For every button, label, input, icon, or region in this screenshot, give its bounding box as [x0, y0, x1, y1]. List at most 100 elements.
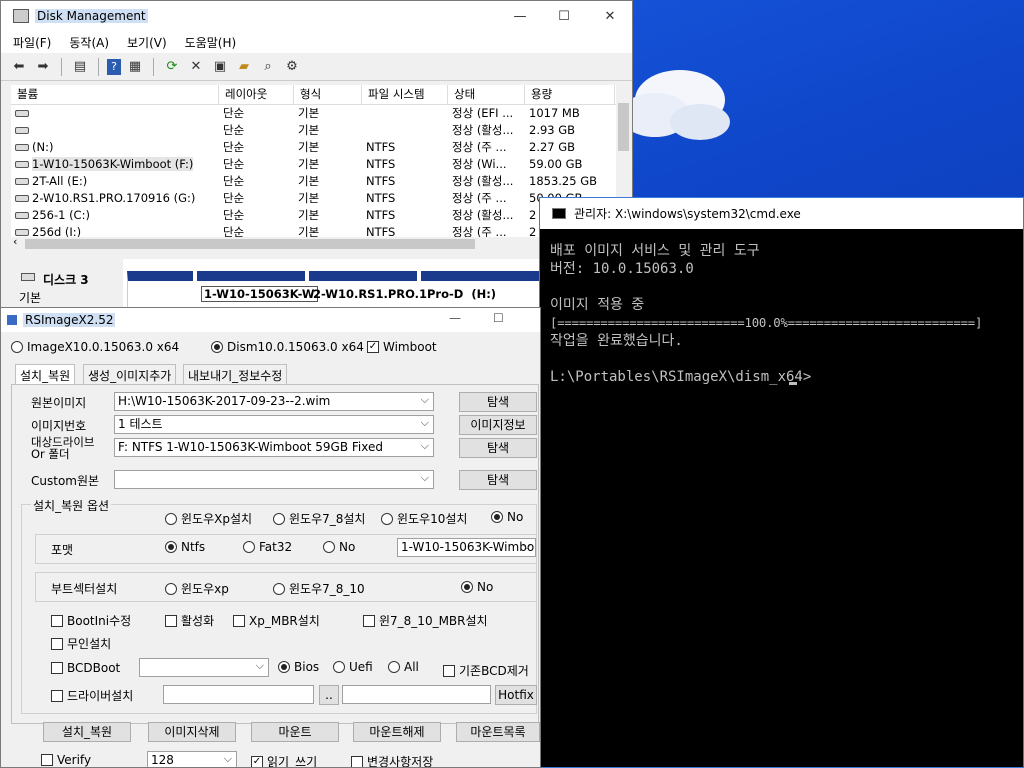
horizontal-scrollbar[interactable]: ‹: [11, 235, 621, 251]
driver-install-checkbox[interactable]: 드라이버설치: [51, 687, 133, 704]
mode-dism-radio[interactable]: Dism10.0.15063.0 x64: [211, 340, 364, 354]
mount-list-button[interactable]: 마운트목록: [456, 722, 540, 742]
browse-source-button[interactable]: 탐색: [459, 392, 537, 412]
unattend-checkbox[interactable]: 무인설치: [51, 635, 111, 652]
search-icon[interactable]: ⌕: [258, 57, 278, 77]
install-restore-button[interactable]: 설치_복원: [43, 722, 131, 742]
table-row[interactable]: 256-1 (C:) 단순 기본 NTFS 정상 (활성... 2: [11, 207, 616, 224]
menu-action[interactable]: 동작(A): [63, 34, 121, 51]
delete-image-button[interactable]: 이미지삭제: [148, 722, 236, 742]
save-changes-checkbox[interactable]: 변경사항저장: [351, 753, 433, 767]
table-row[interactable]: 2-W10.RS1.PRO.170916 (G:) 단순 기본 NTFS 정상 (주 .…: [11, 190, 616, 207]
tab-create-image[interactable]: 생성_이미지추가: [83, 364, 177, 386]
cmd-output[interactable]: 배포 이미지 서비스 및 관리 도구 버전: 10.0.15063.0 이미지 적용…: [540, 242, 1023, 762]
format-fat32-radio[interactable]: Fat32: [243, 540, 292, 554]
format-no-radio[interactable]: No: [323, 540, 355, 554]
readwrite-checkbox[interactable]: ✓ 읽기_쓰기: [251, 753, 317, 767]
browse-target-button[interactable]: 탐색: [459, 438, 537, 458]
driver-path-input[interactable]: [163, 685, 314, 704]
minimize-button[interactable]: —: [449, 311, 461, 325]
col-status[interactable]: 상태: [448, 85, 525, 104]
boot-xp-radio[interactable]: 윈도우xp: [165, 580, 229, 597]
image-number-select[interactable]: 1 테스트: [114, 415, 434, 434]
boot-no-radio[interactable]: No: [461, 580, 493, 594]
forward-arrow-icon[interactable]: ➡: [33, 57, 53, 77]
activate-checkbox[interactable]: 활성화: [165, 612, 214, 629]
bcdboot-checkbox[interactable]: BCDBoot: [51, 661, 120, 675]
menu-help[interactable]: 도움말(H): [179, 34, 249, 51]
refresh-icon[interactable]: ⟳: [162, 57, 182, 77]
format-ntfs-radio[interactable]: Ntfs: [165, 540, 205, 554]
bcd-bios-radio[interactable]: Bios: [278, 660, 319, 674]
wimboot-checkbox[interactable]: ✓ Wimboot: [367, 340, 437, 354]
partition-1[interactable]: 1-W10-15063K-W: [197, 271, 318, 311]
size-select[interactable]: 128: [147, 751, 237, 767]
col-type[interactable]: 형식: [294, 85, 362, 104]
help-icon[interactable]: ?: [107, 58, 121, 75]
table-row[interactable]: 단순 기본 정상 (활성... 2.93 GB: [11, 122, 616, 139]
scroll-thumb[interactable]: [25, 239, 475, 249]
mode-imagex-radio[interactable]: ImageX10.0.15063.0 x64: [11, 340, 179, 354]
boot-7810-radio[interactable]: 윈도우7_8_10: [273, 580, 365, 597]
disk-icon: [21, 273, 35, 281]
col-filesystem[interactable]: 파일 시스템: [362, 85, 448, 104]
os-78-radio[interactable]: 윈도우7_8설치: [273, 510, 365, 527]
bcd-remove-checkbox[interactable]: 기존BCD제거: [443, 662, 529, 679]
tab-export-info[interactable]: 내보내기_정보수정: [183, 364, 288, 386]
verify-checkbox[interactable]: Verify: [41, 753, 91, 767]
maximize-button[interactable]: ☐: [541, 1, 587, 31]
os-10-radio[interactable]: 윈도우10설치: [381, 510, 467, 527]
scroll-left-icon[interactable]: ‹: [13, 235, 17, 248]
browse-custom-button[interactable]: 탐색: [459, 470, 537, 490]
partition-2[interactable]: 2-W10.RS1.PRO.1: [309, 271, 427, 311]
partition-blank[interactable]: [127, 271, 193, 311]
col-capacity[interactable]: 용량: [525, 85, 615, 104]
bootini-checkbox[interactable]: BootIni수정: [51, 612, 131, 629]
table-row[interactable]: 2T-All (E:) 단순 기본 NTFS 정상 (활성... 1853.25 GB: [11, 173, 616, 190]
scroll-thumb[interactable]: [618, 103, 629, 151]
maximize-button[interactable]: ☐: [493, 311, 504, 325]
mount-button[interactable]: 마운트: [251, 722, 339, 742]
table-row[interactable]: 1-W10-15063K-Wimboot (F:) 단순 기본 NTFS 정상 (Wi.…: [11, 156, 616, 173]
disk-mgmt-titlebar[interactable]: Disk Management — ☐ ✕: [1, 1, 632, 31]
menu-view[interactable]: 보기(V): [121, 34, 179, 51]
properties-icon[interactable]: ▣: [210, 57, 230, 77]
bcd-all-radio[interactable]: All: [388, 660, 419, 674]
xp-mbr-checkbox[interactable]: Xp_MBR설치: [233, 612, 320, 629]
bcdboot-select[interactable]: [139, 658, 269, 677]
rsi-titlebar[interactable]: RSImageX2.52 — ☐: [1, 308, 540, 332]
os-no-radio[interactable]: No: [491, 510, 523, 524]
format-volume-select[interactable]: 1-W10-15063K-Wimbo: [397, 538, 536, 557]
table-cell: 단순: [219, 190, 294, 207]
target-drive-select[interactable]: F: NTFS 1-W10-15063K-Wimboot 59GB Fixed: [114, 438, 434, 457]
bcd-uefi-radio[interactable]: Uefi: [333, 660, 373, 674]
properties-pane-icon[interactable]: ▦: [125, 57, 145, 77]
disk-label-box[interactable]: 디스크 3 기본: [11, 259, 123, 311]
image-info-button[interactable]: 이미지정보: [459, 415, 537, 435]
menu-file[interactable]: 파일(F): [7, 34, 63, 51]
console-tree-icon[interactable]: ▤: [70, 57, 90, 77]
table-row[interactable]: 256d (I:) 단순 기본 NTFS 정상 (주 ... 2: [11, 224, 616, 237]
disk-map: 디스크 3 기본 1-W10-15063K-W 2-W10.RS1.PRO.1 …: [11, 259, 631, 311]
custom-source-select[interactable]: [114, 470, 434, 489]
tab-install-restore[interactable]: 설치_복원: [15, 364, 76, 386]
delete-icon[interactable]: ✕: [186, 57, 206, 77]
hotfix-button[interactable]: Hotfix: [495, 685, 537, 705]
source-image-select[interactable]: H:\W10-15063K-2017-09-23--2.wim: [114, 392, 434, 411]
unmount-button[interactable]: 마운트해제: [353, 722, 441, 742]
minimize-button[interactable]: —: [497, 1, 543, 31]
hotfix-path-input[interactable]: [342, 685, 491, 704]
col-layout[interactable]: 레이아웃: [219, 85, 294, 104]
col-volume[interactable]: 볼륨: [11, 85, 219, 104]
win-mbr-checkbox[interactable]: 윈7_8_10_MBR설치: [363, 612, 488, 629]
cmd-titlebar[interactable]: 관리자: X:\windows\system32\cmd.exe: [540, 198, 1023, 229]
close-button[interactable]: ✕: [587, 1, 632, 31]
driver-browse-button[interactable]: ..: [319, 685, 339, 705]
back-arrow-icon[interactable]: ⬅: [9, 57, 29, 77]
table-cell: 2.93 GB: [525, 122, 615, 139]
open-folder-icon[interactable]: ▰: [234, 57, 254, 77]
os-xp-radio[interactable]: 윈도우Xp설치: [165, 510, 252, 527]
table-row[interactable]: (N:) 단순 기본 NTFS 정상 (주 ... 2.27 GB: [11, 139, 616, 156]
settings-icon[interactable]: ⚙: [282, 57, 302, 77]
table-row[interactable]: 단순 기본 정상 (EFI ... 1017 MB: [11, 105, 616, 122]
